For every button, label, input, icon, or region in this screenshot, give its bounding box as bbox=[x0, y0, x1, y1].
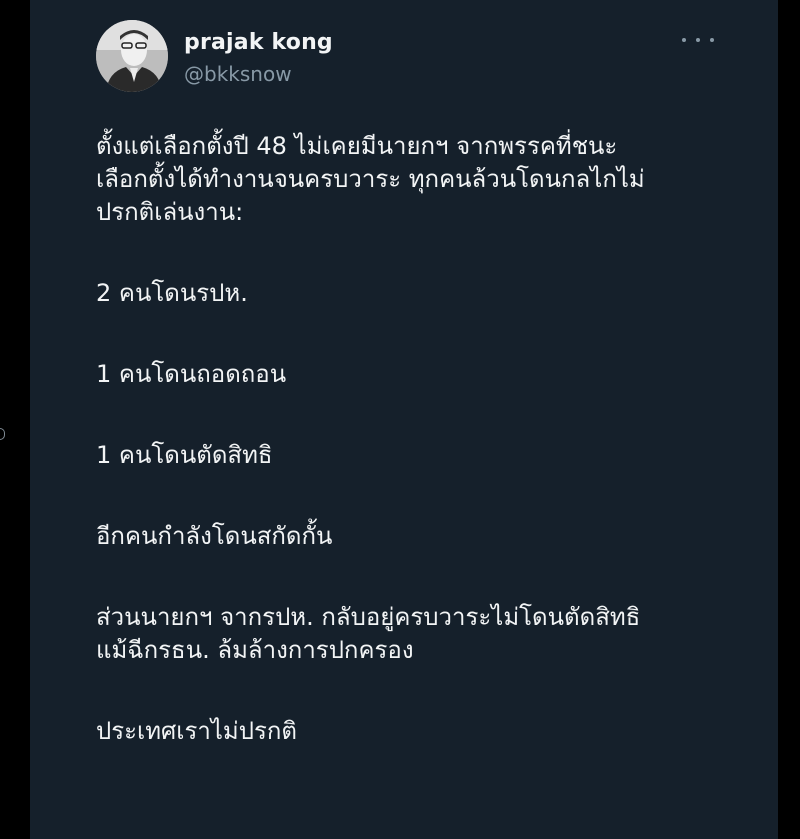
tweet-line: ตั้งแต่เลือกตั้งปี 48 ไม่เคยมีนายกฯ จากพ… bbox=[96, 132, 618, 160]
tweet-line: อีกคนกำลังโดนสกัดกั้น bbox=[96, 522, 333, 550]
tweet-line: แม้ฉีกรธน. ล้มล้างการปกครอง bbox=[96, 636, 414, 664]
tweet-card: prajak kong @bkksnow ตั้งแต่เลือกตั้งปี … bbox=[30, 0, 778, 839]
tweet-paragraph: อีกคนกำลังโดนสกัดกั้น bbox=[96, 520, 746, 553]
tweet-paragraph: ประเทศเราไม่ปรกติ bbox=[96, 715, 746, 748]
more-options-icon[interactable] bbox=[682, 30, 714, 50]
display-name[interactable]: prajak kong bbox=[184, 30, 333, 55]
tweet-paragraph: 2 คนโดนรปห. bbox=[96, 277, 746, 310]
profile-photo-icon bbox=[96, 20, 168, 92]
tweet-paragraph: ส่วนนายกฯ จากรปห. กลับอยู่ครบวาระไม่โดนต… bbox=[96, 601, 746, 667]
tweet-paragraph: 1 คนโดนตัดสิทธิ bbox=[96, 439, 746, 472]
more-dot bbox=[682, 38, 686, 42]
user-handle[interactable]: @bkksnow bbox=[184, 62, 292, 86]
more-dot bbox=[696, 38, 700, 42]
more-dot bbox=[710, 38, 714, 42]
tweet-line: 1 คนโดนถอดถอน bbox=[96, 360, 287, 388]
tweet-line: เลือกตั้งได้ทำงานจนครบวาระ ทุกคนล้วนโดนก… bbox=[96, 165, 645, 193]
avatar[interactable] bbox=[96, 20, 168, 92]
tweet-line: ส่วนนายกฯ จากรปห. กลับอยู่ครบวาระไม่โดนต… bbox=[96, 603, 641, 631]
tweet-text: ตั้งแต่เลือกตั้งปี 48 ไม่เคยมีนายกฯ จากพ… bbox=[96, 130, 746, 796]
tweet-line: 2 คนโดนรปห. bbox=[96, 279, 248, 307]
tweet-line: ปรกติเล่นงาน: bbox=[96, 198, 244, 226]
tweet-paragraph: 1 คนโดนถอดถอน bbox=[96, 358, 746, 391]
left-edge-artifact bbox=[0, 428, 5, 440]
tweet-line: ประเทศเราไม่ปรกติ bbox=[96, 717, 297, 745]
tweet-line: 1 คนโดนตัดสิทธิ bbox=[96, 441, 273, 469]
tweet-paragraph: ตั้งแต่เลือกตั้งปี 48 ไม่เคยมีนายกฯ จากพ… bbox=[96, 130, 746, 229]
